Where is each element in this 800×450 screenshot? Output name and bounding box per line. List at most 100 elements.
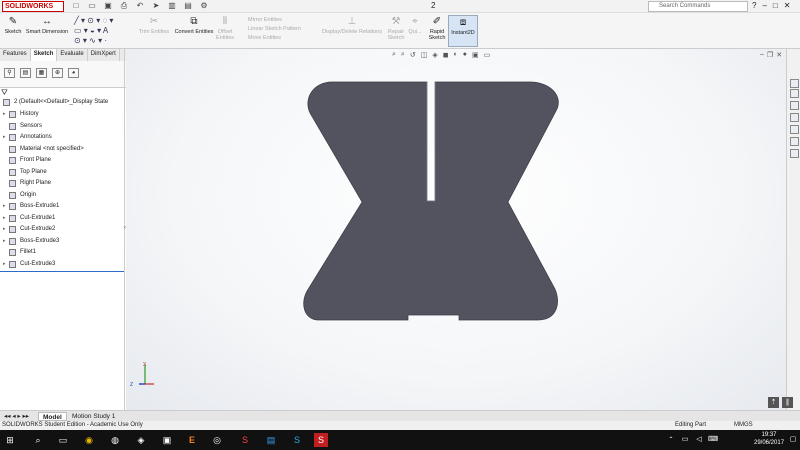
part-drawing[interactable] bbox=[126, 49, 786, 410]
tree-item-material[interactable]: Material <not specified> bbox=[0, 144, 126, 155]
instant2d-button[interactable]: ⧈ Instant2D bbox=[448, 15, 478, 47]
mirror-entities-button[interactable]: Mirror Entities bbox=[238, 16, 318, 25]
expand-arrow-icon[interactable]: ▸ bbox=[3, 224, 6, 235]
tab-evaluate[interactable]: Evaluate bbox=[57, 49, 88, 61]
appearances-icon[interactable] bbox=[790, 125, 799, 134]
close-icon[interactable]: ✕ bbox=[784, 1, 791, 10]
github-icon[interactable]: ◍ bbox=[108, 433, 122, 447]
expand-arrow-icon[interactable]: ▸ bbox=[3, 132, 6, 143]
apply-scene-icon[interactable]: ▣ bbox=[472, 51, 479, 59]
taskbar-clock[interactable]: 19:37 29/06/2017 bbox=[754, 431, 784, 447]
expand-arrow-icon[interactable]: ▸ bbox=[3, 236, 6, 247]
expand-arrow-icon[interactable]: ▸ bbox=[3, 259, 6, 270]
move-entities-button[interactable]: Move Entities bbox=[238, 34, 318, 43]
tab-features[interactable]: Features bbox=[0, 49, 31, 61]
status-units[interactable]: MMGS bbox=[734, 421, 753, 430]
media-icon[interactable]: ◎ bbox=[210, 433, 224, 447]
trim-entities-button[interactable]: ✂ Trim Entities bbox=[134, 15, 174, 35]
search-commands-input[interactable]: Search Commands bbox=[648, 1, 748, 12]
network-icon[interactable]: ▭ bbox=[678, 433, 692, 447]
tab-dimxpert[interactable]: DimXpert bbox=[88, 49, 120, 61]
viewport-restore-icon[interactable]: ❐ bbox=[767, 51, 773, 59]
custom-properties-icon[interactable] bbox=[790, 137, 799, 146]
hide-show-items-icon[interactable]: ◐ bbox=[454, 51, 458, 59]
property-manager-icon[interactable]: ▤ bbox=[20, 68, 31, 78]
linear-pattern-button[interactable]: Linear Sketch Pattern bbox=[238, 25, 318, 34]
tree-item-sensors[interactable]: Sensors bbox=[0, 121, 126, 132]
notifications-icon[interactable]: ▢ bbox=[786, 433, 800, 447]
solidworks-resources-icon[interactable] bbox=[790, 79, 799, 88]
sketch-button[interactable]: ✎ Sketch bbox=[2, 15, 24, 35]
file-explorer-icon[interactable] bbox=[790, 101, 799, 110]
new-document-icon[interactable]: □ bbox=[70, 1, 82, 11]
smart-dimension-button[interactable]: ↔ Smart Dimension bbox=[24, 15, 70, 35]
view-orientation-icon[interactable]: ◈ bbox=[432, 51, 437, 59]
remote-icon[interactable]: ▤ bbox=[264, 433, 278, 447]
pin-icon[interactable]: ⇡ bbox=[768, 397, 779, 408]
tree-item-top-plane[interactable]: Top Plane bbox=[0, 167, 126, 178]
solidworks-active-icon[interactable]: S bbox=[314, 433, 328, 447]
section-view-icon[interactable]: ◫ bbox=[421, 51, 428, 59]
tree-item-right-plane[interactable]: Right Plane bbox=[0, 178, 126, 189]
expand-arrow-icon[interactable]: ▸ bbox=[3, 109, 6, 120]
skype-icon[interactable]: S bbox=[290, 433, 304, 447]
volume-icon[interactable]: ◁ bbox=[692, 433, 706, 447]
options-gear-icon[interactable]: ⚙ bbox=[198, 1, 210, 11]
tab-motion-study-1[interactable]: Motion Study 1 bbox=[68, 412, 119, 421]
zoom-area-icon[interactable]: ⌕ bbox=[401, 51, 405, 59]
select-icon[interactable]: ➤ bbox=[150, 1, 162, 11]
tree-item-cut-extrude1[interactable]: ▸ Cut-Extrude1 bbox=[0, 213, 126, 224]
viewport-close-icon[interactable]: ✕ bbox=[776, 51, 782, 59]
pause-icon[interactable]: ∥ bbox=[782, 397, 793, 408]
expand-arrow-icon[interactable]: ▸ bbox=[3, 213, 6, 224]
display-style-icon[interactable]: ◼ bbox=[443, 51, 449, 59]
configuration-manager-icon[interactable]: ▦ bbox=[36, 68, 47, 78]
tab-model[interactable]: Model bbox=[38, 412, 67, 421]
sketch-entity-tools[interactable]: ╱ ▾ ⊙ ▾ ◌ ▾ ▭ ▾ ◒ ▾ A ⊙ ▾ ∿ ▾ · bbox=[74, 16, 134, 46]
undo-icon[interactable]: ↶ bbox=[134, 1, 146, 11]
solidworks-app-icon[interactable]: S bbox=[238, 433, 252, 447]
print-icon[interactable]: ⎙ bbox=[118, 1, 130, 11]
tree-root[interactable]: 2 (Default<<Default>_Display State bbox=[0, 97, 126, 108]
search-icon[interactable]: ⌕ bbox=[31, 433, 45, 447]
display-delete-relations-button[interactable]: ⊥ Display/Delete Relations bbox=[318, 15, 386, 35]
help-icon[interactable]: ? bbox=[752, 1, 756, 10]
open-folder-icon[interactable]: ▭ bbox=[86, 1, 98, 11]
camera-icon[interactable]: ◈ bbox=[134, 433, 148, 447]
view-settings-icon[interactable]: ▭ bbox=[484, 51, 491, 59]
offset-entities-button[interactable]: ⫴ Offset Entities bbox=[214, 15, 236, 41]
minimize-icon[interactable]: – bbox=[762, 1, 766, 10]
display-manager-icon[interactable]: ◕ bbox=[68, 68, 79, 78]
tree-item-cut-extrude2[interactable]: ▸ Cut-Extrude2 bbox=[0, 224, 126, 235]
previous-view-icon[interactable]: ↺ bbox=[410, 51, 416, 59]
tree-item-boss-extrude1[interactable]: ▸ Boss-Extrude1 bbox=[0, 201, 126, 212]
tree-item-cut-extrude3[interactable]: ▸ Cut-Extrude3 bbox=[0, 259, 126, 270]
system-tray-arrow-icon[interactable]: ⌃ bbox=[664, 433, 678, 447]
windows-start-icon[interactable]: ⊞ bbox=[3, 433, 17, 447]
dimxpert-manager-icon[interactable]: ⊕ bbox=[52, 68, 63, 78]
repair-sketch-button[interactable]: ⚒ Repair Sketch bbox=[386, 15, 406, 41]
tree-item-boss-extrude3[interactable]: ▸ Boss-Extrude3 bbox=[0, 236, 126, 247]
graphics-area[interactable] bbox=[126, 49, 786, 410]
edit-appearance-icon[interactable]: ● bbox=[463, 51, 467, 59]
quick-snaps-button[interactable]: ⌖ Qui... bbox=[406, 15, 424, 35]
tab-nav-arrows[interactable]: ◂◂ ◂ ▸ ▸▸ bbox=[0, 412, 33, 421]
file-properties-icon[interactable]: ▤ bbox=[182, 1, 194, 11]
tree-item-fillet1[interactable]: Fillet1 bbox=[0, 247, 126, 258]
tree-item-annotations[interactable]: ▸ Annotations bbox=[0, 132, 126, 143]
tree-item-origin[interactable]: Origin bbox=[0, 190, 126, 201]
rollback-bar[interactable] bbox=[0, 271, 124, 272]
tab-sketch[interactable]: Sketch bbox=[30, 49, 58, 61]
viewport-minimize-icon[interactable]: – bbox=[760, 51, 764, 59]
tree-item-history[interactable]: ▸ History bbox=[0, 109, 126, 120]
language-icon[interactable]: ⌨ bbox=[706, 433, 720, 447]
chrome-icon[interactable]: ◉ bbox=[82, 433, 96, 447]
photo-app-icon[interactable]: ▣ bbox=[160, 433, 174, 447]
view-palette-icon[interactable] bbox=[790, 113, 799, 122]
solidworks-logo[interactable]: SOLIDWORKS bbox=[2, 1, 64, 12]
maximize-icon[interactable]: □ bbox=[773, 1, 778, 10]
feature-tree-icon[interactable]: ⚲ bbox=[4, 68, 15, 78]
tree-item-front-plane[interactable]: Front Plane bbox=[0, 155, 126, 166]
task-view-icon[interactable]: ▭ bbox=[56, 433, 70, 447]
rebuild-icon[interactable]: ▥ bbox=[166, 1, 178, 11]
